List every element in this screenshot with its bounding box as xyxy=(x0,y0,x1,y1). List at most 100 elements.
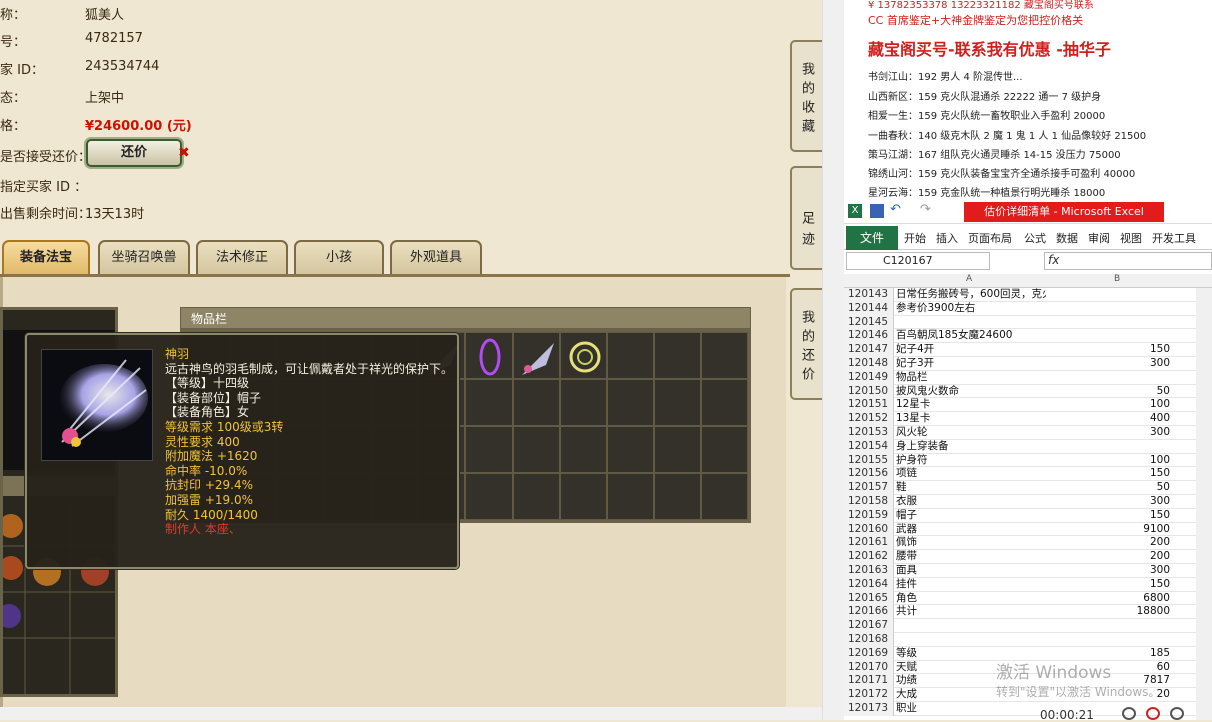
camera-icon[interactable] xyxy=(1170,707,1184,720)
cell-b[interactable]: 150 xyxy=(1044,343,1170,357)
cell-b[interactable]: 50 xyxy=(1044,385,1170,399)
inventory-slot[interactable] xyxy=(465,426,513,473)
cell-a[interactable]: 腰带 xyxy=(896,550,1046,564)
table-row[interactable]: 120143日常任务搬砖号，600回灵，克火，装备宝宝齐全 xyxy=(844,288,1212,302)
cell-b[interactable]: 200 xyxy=(1044,536,1170,550)
ribbon-tab[interactable]: 视图 xyxy=(1120,230,1142,246)
row-number[interactable]: 120158 xyxy=(844,495,894,509)
cell-b[interactable]: 200 xyxy=(1044,550,1170,564)
horizontal-scrollbar[interactable] xyxy=(0,707,822,720)
row-number[interactable]: 120145 xyxy=(844,315,894,330)
cell-a[interactable]: 角色 xyxy=(896,592,1046,606)
inventory-slot[interactable] xyxy=(700,332,748,379)
table-row[interactable]: 120154 身上穿装备 xyxy=(844,439,1212,454)
inventory-slot[interactable] xyxy=(512,332,560,379)
tab-spell-fix[interactable]: 法术修正 xyxy=(196,240,288,276)
bargain-button[interactable]: 还价 xyxy=(86,139,182,167)
ribbon-tab[interactable]: 公式 xyxy=(1024,230,1046,246)
favorites-button[interactable]: 我的收藏 xyxy=(790,40,822,152)
cell-a[interactable]: 武器 xyxy=(896,523,1046,537)
cell-b[interactable]: 100 xyxy=(1044,454,1170,468)
cell-a[interactable]: 帽子 xyxy=(896,509,1046,523)
table-row[interactable]: 120160 武器 9100 xyxy=(844,522,1212,537)
undo-icon[interactable]: ↶ xyxy=(890,202,901,217)
row-number[interactable]: 120163 xyxy=(844,564,894,578)
inventory-slot[interactable] xyxy=(559,332,607,379)
cell-a[interactable]: 佩饰 xyxy=(896,536,1046,550)
cell-b[interactable]: 150 xyxy=(1044,509,1170,523)
cell-b[interactable]: 300 xyxy=(1044,495,1170,509)
row-number[interactable]: 120153 xyxy=(844,426,894,440)
cell-b[interactable]: 100 xyxy=(1044,398,1170,412)
pause-icon[interactable] xyxy=(1122,707,1136,720)
table-row[interactable]: 120150 披风鬼火数命 50 xyxy=(844,384,1212,399)
table-row[interactable]: 120152 13星卡 400 xyxy=(844,412,1212,426)
inventory-slot[interactable] xyxy=(512,379,560,426)
vertical-scrollbar[interactable] xyxy=(822,0,844,720)
inventory-slot[interactable] xyxy=(606,332,654,379)
row-number[interactable]: 120164 xyxy=(844,577,894,592)
row-number[interactable]: 120161 xyxy=(844,536,894,551)
cell-b[interactable]: 18800 xyxy=(1044,605,1170,619)
row-number[interactable]: 120160 xyxy=(844,522,894,537)
row-number[interactable]: 120156 xyxy=(844,467,894,482)
tab-equipment[interactable]: 装备法宝 xyxy=(2,240,90,276)
cell-a[interactable]: 披风鬼火数命 xyxy=(896,385,1046,399)
ribbon-tab[interactable]: 插入 xyxy=(936,230,958,246)
table-row[interactable]: 120164 挂件 150 xyxy=(844,577,1212,592)
table-row[interactable]: 120145 xyxy=(844,315,1212,330)
tab-appearance[interactable]: 外观道具 xyxy=(390,240,482,276)
cell-a[interactable]: 鞋 xyxy=(896,481,1046,495)
inventory-slot[interactable] xyxy=(700,379,748,426)
inventory-slot[interactable] xyxy=(653,473,701,520)
row-number[interactable]: 120151 xyxy=(844,398,894,413)
tab-mounts[interactable]: 坐骑召唤兽 xyxy=(98,240,190,276)
row-number[interactable]: 120172 xyxy=(844,688,894,702)
table-row[interactable]: 120153 风火轮 300 xyxy=(844,426,1212,440)
row-number[interactable]: 120173 xyxy=(844,702,894,716)
cell-a[interactable]: 共计 xyxy=(896,605,1046,619)
cell-a[interactable]: 项链 xyxy=(896,467,1046,481)
row-number[interactable]: 120144 xyxy=(844,301,894,316)
my-bargain-button[interactable]: 我的还价 xyxy=(790,288,822,400)
ribbon-tab[interactable]: 开发工具 xyxy=(1152,230,1196,246)
row-number[interactable]: 120146 xyxy=(844,329,894,344)
table-row[interactable]: 120167 xyxy=(844,619,1212,633)
cell-a[interactable]: 面具 xyxy=(896,564,1046,578)
cell-a[interactable]: 职业 xyxy=(896,702,1046,716)
table-row[interactable]: 120162 腰带 200 xyxy=(844,550,1212,564)
row-number[interactable]: 120154 xyxy=(844,439,894,454)
cell-b[interactable]: 150 xyxy=(1044,467,1170,481)
cell-a[interactable]: 物品栏 xyxy=(896,371,1046,385)
cell-a[interactable]: 身上穿装备 xyxy=(896,440,1046,454)
table-row[interactable]: 120165 角色 6800 xyxy=(844,591,1212,606)
row-number[interactable]: 120166 xyxy=(844,605,894,620)
inventory-slot[interactable] xyxy=(606,379,654,426)
cell-a[interactable]: 风火轮 xyxy=(896,426,1046,440)
row-number[interactable]: 120162 xyxy=(844,550,894,564)
row-number[interactable]: 120169 xyxy=(844,646,894,661)
column-a-header[interactable]: A xyxy=(966,274,972,284)
cell-b[interactable]: 300 xyxy=(1044,426,1170,440)
cell-a[interactable]: 妃子4开 xyxy=(896,343,1046,357)
table-row[interactable]: 120156 项链 150 xyxy=(844,467,1212,482)
table-row[interactable]: 120161 佩饰 200 xyxy=(844,536,1212,551)
redo-icon[interactable]: ↷ xyxy=(920,202,931,217)
row-number[interactable]: 120157 xyxy=(844,481,894,495)
table-row[interactable]: 120158 衣服 300 xyxy=(844,495,1212,509)
row-number[interactable]: 120167 xyxy=(844,619,894,633)
tab-child[interactable]: 小孩 xyxy=(294,240,384,276)
cell-b[interactable]: 300 xyxy=(1044,357,1170,371)
table-row[interactable]: 120159 帽子 150 xyxy=(844,508,1212,523)
row-number[interactable]: 120148 xyxy=(844,357,894,371)
inventory-slot[interactable] xyxy=(700,426,748,473)
cell-b[interactable]: 9100 xyxy=(1044,523,1170,537)
inventory-slot[interactable] xyxy=(465,332,513,379)
sheet-scrollbar[interactable] xyxy=(1196,288,1212,720)
stop-icon[interactable] xyxy=(1146,707,1160,720)
inventory-slot[interactable] xyxy=(700,473,748,520)
cell-a[interactable]: 参考价3900左右 xyxy=(896,302,1046,316)
inventory-slot[interactable] xyxy=(512,473,560,520)
ribbon-tab[interactable]: 页面布局 xyxy=(968,230,1012,246)
row-number[interactable]: 120147 xyxy=(844,343,894,357)
